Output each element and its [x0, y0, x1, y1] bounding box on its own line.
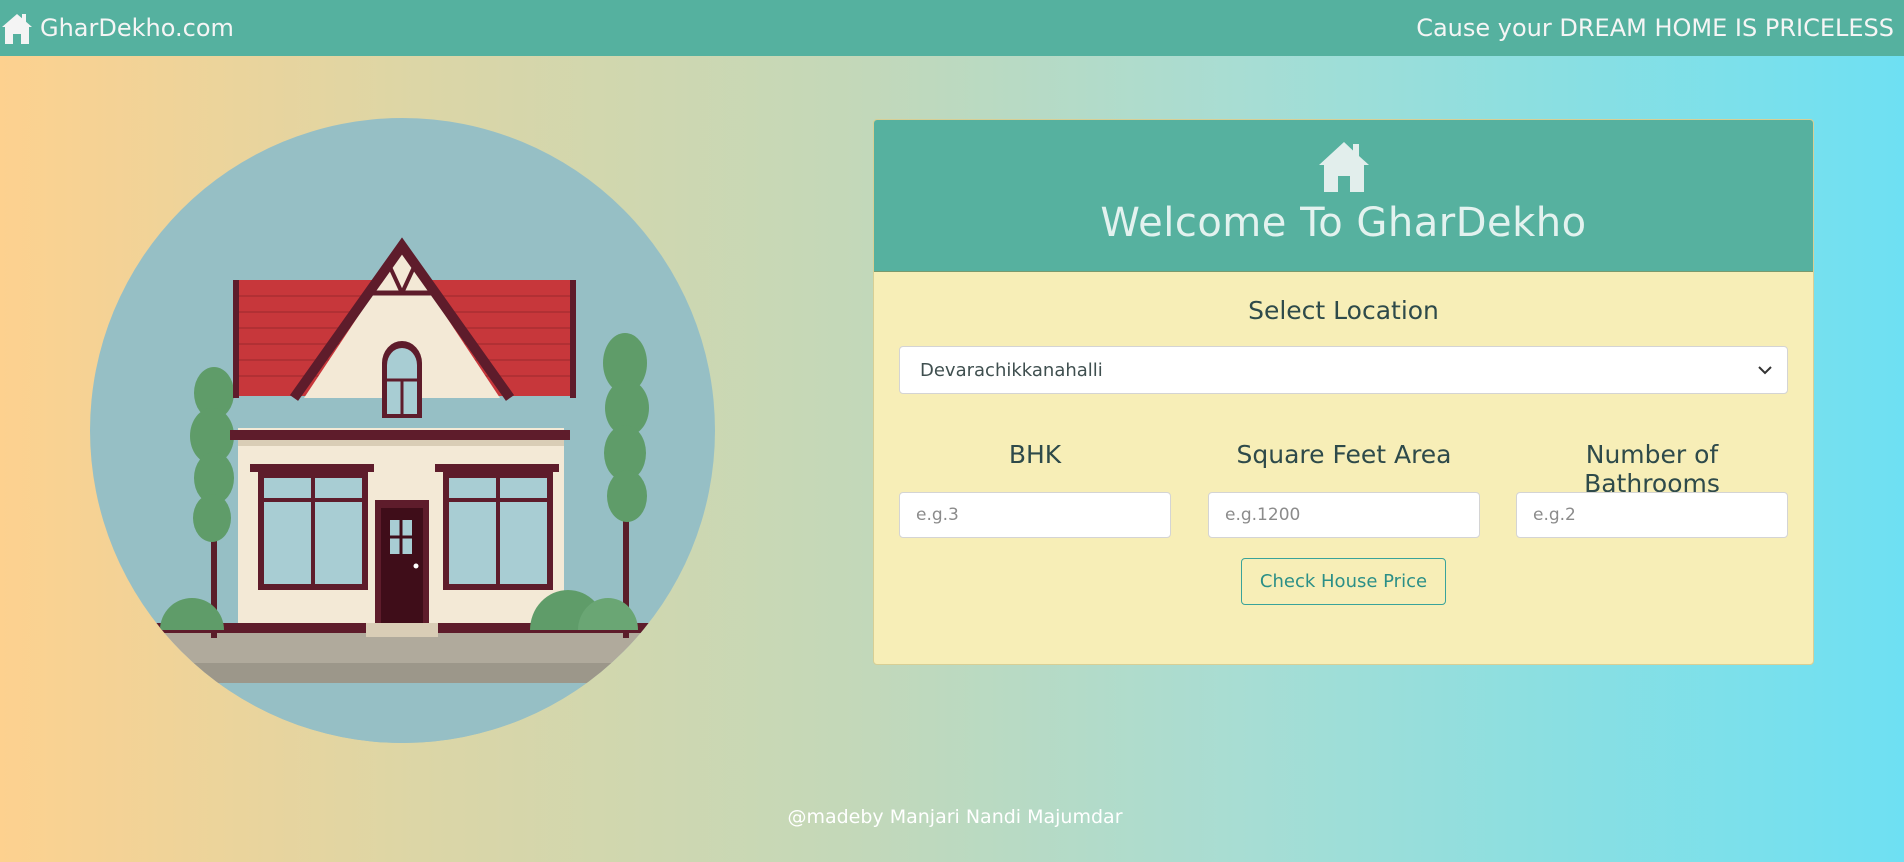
price-form-card: Welcome To GharDekho Select Location Dev… [873, 119, 1814, 665]
chevron-down-icon [1758, 366, 1772, 375]
location-select-value: Devarachikkanahalli [920, 359, 1103, 381]
home-icon [1318, 142, 1369, 192]
location-select[interactable]: Devarachikkanahalli [899, 346, 1788, 394]
home-icon [2, 14, 32, 44]
brand-link[interactable]: GharDekho.com [0, 0, 234, 56]
navbar: GharDekho.com Cause your DREAM HOME IS P… [0, 0, 1904, 56]
footer-credit: @madeby Manjari Nandi Majumdar [787, 806, 1123, 828]
location-label: Select Location [1248, 296, 1439, 325]
check-price-button[interactable]: Check House Price [1241, 558, 1446, 605]
card-body: Select Location Devarachikkanahalli BHK … [874, 272, 1813, 664]
tagline: Cause your DREAM HOME IS PRICELESS [1416, 14, 1894, 42]
brand-name: GharDekho.com [40, 14, 234, 42]
house-illustration [90, 118, 715, 743]
sqft-label: Square Feet Area [1236, 440, 1452, 469]
bhk-input[interactable] [899, 492, 1171, 538]
bathrooms-label: Number of Bathrooms [1584, 440, 1720, 498]
bathrooms-input[interactable] [1516, 492, 1788, 538]
bhk-label: BHK [1008, 440, 1062, 469]
card-header: Welcome To GharDekho [874, 120, 1813, 272]
card-title: Welcome To GharDekho [1100, 200, 1587, 246]
sqft-input[interactable] [1208, 492, 1480, 538]
